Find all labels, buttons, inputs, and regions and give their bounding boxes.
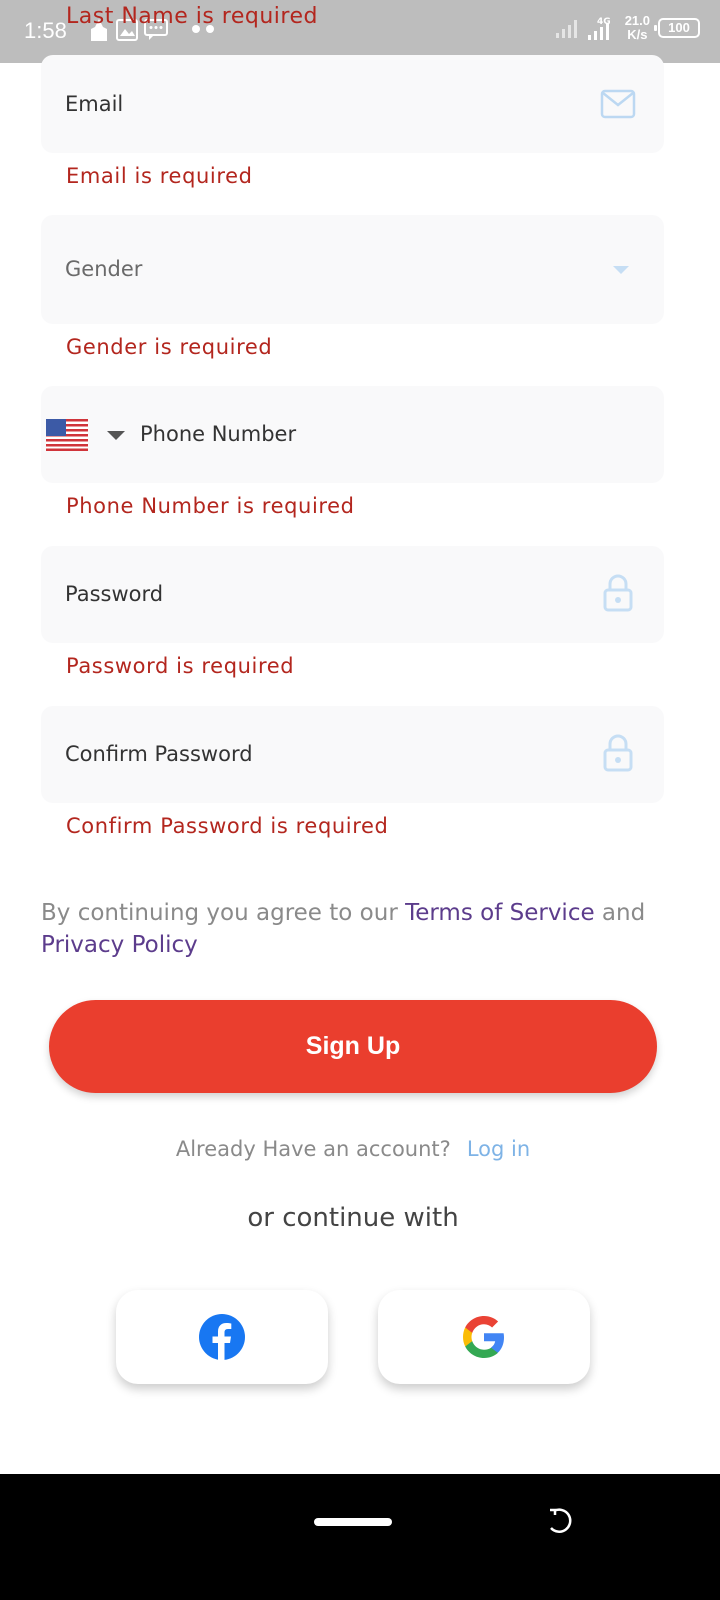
login-prompt-text: Already Have an account? (175, 1137, 451, 1161)
network-speed: 21.0 K/s (625, 14, 650, 42)
navigation-bar (0, 1474, 720, 1600)
country-dropdown-arrow-icon[interactable] (106, 430, 126, 441)
confirm-password-label: Confirm Password (65, 742, 253, 766)
network-speed-unit: K/s (627, 27, 648, 42)
sign-up-button[interactable]: Sign Up (49, 1000, 657, 1093)
signal-icon (555, 20, 577, 38)
rotate-screen-icon[interactable] (546, 1506, 576, 1536)
password-label: Password (65, 582, 164, 606)
status-time: 1:58 (24, 18, 67, 43)
terms-prefix: By continuing you agree to our (41, 900, 406, 926)
google-login-button[interactable] (378, 1290, 590, 1384)
status-bar: 1:58 4G 21.0 K/s 100 Last Name is requir… (0, 0, 720, 63)
network-speed-value: 21.0 (624, 13, 650, 28)
home-gesture-bar[interactable] (314, 1518, 392, 1526)
privacy-policy-link[interactable]: Privacy Policy (41, 932, 198, 958)
continue-with-label: or continue with (247, 1203, 459, 1233)
dropdown-arrow-icon[interactable] (611, 264, 631, 276)
terms-middle: and (594, 900, 646, 926)
lock-icon (603, 734, 633, 772)
email-error: Email is required (66, 164, 253, 188)
email-label: Email (65, 92, 124, 116)
facebook-icon (199, 1314, 245, 1361)
login-prompt: Already Have an account? Log in (0, 1137, 706, 1161)
password-field[interactable]: Password (41, 546, 664, 643)
mail-icon (600, 89, 636, 119)
phone-number-label: Phone Number (140, 422, 297, 446)
battery-icon: 100 (654, 18, 700, 38)
log-in-link[interactable]: Log in (467, 1137, 530, 1161)
phone-number-error: Phone Number is required (66, 494, 355, 518)
google-icon (463, 1316, 504, 1358)
confirm-password-field[interactable]: Confirm Password (41, 706, 664, 803)
facebook-login-button[interactable] (116, 1290, 328, 1384)
signal-4g-icon: 4G (587, 17, 610, 40)
confirm-password-error: Confirm Password is required (66, 814, 389, 838)
email-field[interactable]: Email (41, 55, 664, 153)
terms-of-service-link[interactable]: Terms of Service (405, 900, 595, 926)
gender-label: Gender (65, 257, 143, 281)
password-error: Password is required (66, 654, 295, 678)
last-name-error: Last Name is required (66, 4, 318, 29)
lock-icon (603, 574, 633, 612)
us-flag-icon[interactable] (46, 419, 88, 451)
phone-number-field[interactable]: Phone Number (41, 386, 664, 483)
terms-text: By continuing you agree to our Terms of … (41, 897, 681, 961)
gender-dropdown[interactable]: Gender (41, 215, 664, 324)
gender-error: Gender is required (66, 335, 273, 359)
